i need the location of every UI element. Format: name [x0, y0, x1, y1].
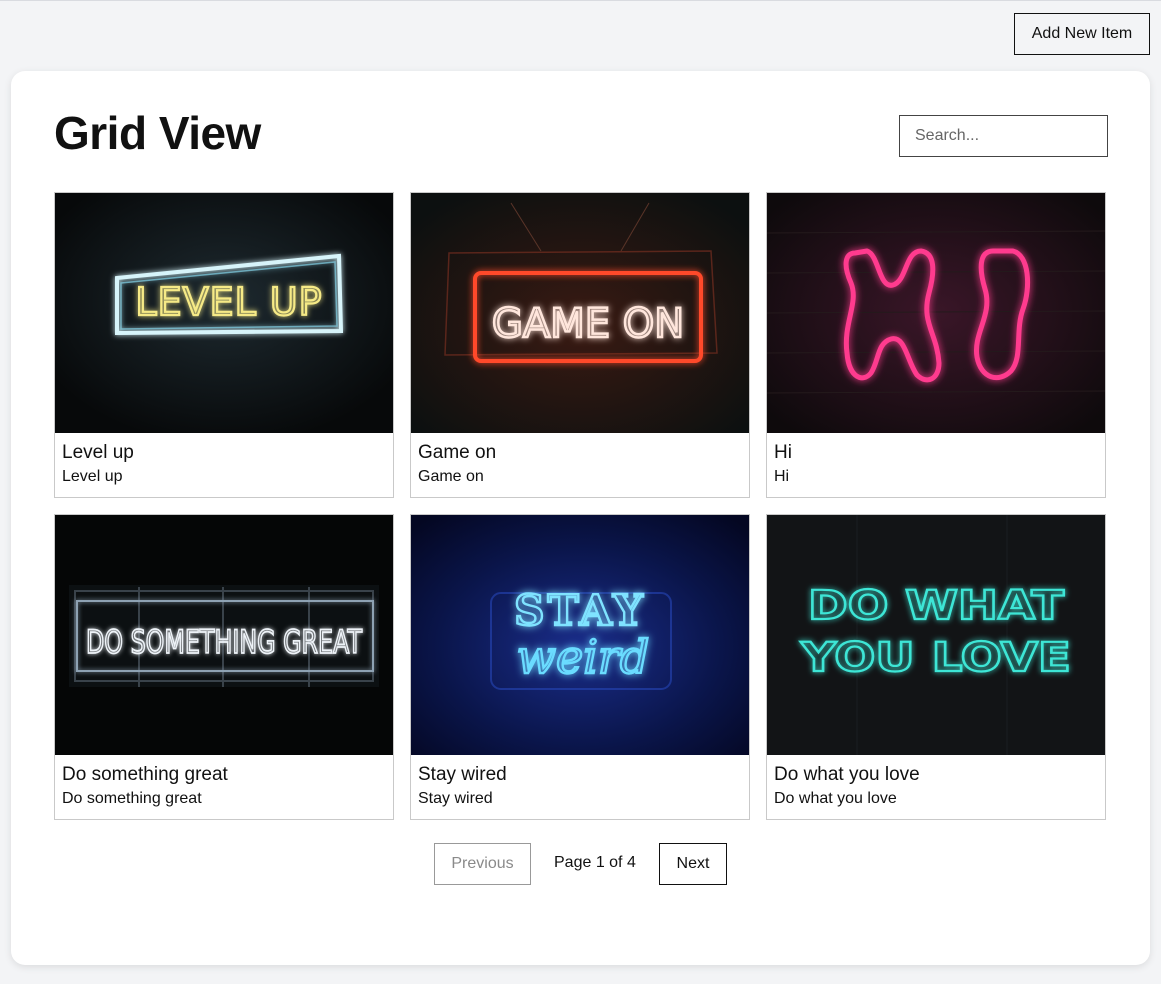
item-subtitle: Hi	[774, 468, 790, 485]
grid-item[interactable]: DO WHAT YOU LOVE Do what you love Do wha…	[766, 514, 1106, 820]
neon-do-what-you-love-image: DO WHAT YOU LOVE	[767, 515, 1105, 755]
svg-text:LEVEL UP: LEVEL UP	[135, 280, 322, 324]
neon-level-up-image: LEVEL UP	[55, 193, 393, 433]
neon-hi-image	[767, 193, 1105, 433]
item-title: Hi	[774, 442, 792, 463]
item-subtitle: Stay wired	[418, 790, 493, 807]
svg-text:GAME ON: GAME ON	[492, 301, 684, 347]
previous-page-button[interactable]: Previous	[434, 843, 531, 885]
grid-item[interactable]: LEVEL UP Level up Level up	[54, 192, 394, 498]
item-subtitle: Do what you love	[774, 790, 897, 807]
page-title: Grid View	[54, 107, 261, 159]
svg-text:YOU LOVE: YOU LOVE	[800, 635, 1071, 681]
svg-text:DO SOMETHING GREAT: DO SOMETHING GREAT	[86, 623, 362, 661]
grid-item[interactable]: GAME ON Game on Game on	[410, 192, 750, 498]
svg-text:STAY: STAY	[514, 586, 646, 635]
grid-view-panel: Grid View Search... LEVEL UP Level up Le…	[11, 71, 1150, 965]
grid-item[interactable]: STAY weird Stay wired Stay wired	[410, 514, 750, 820]
neon-game-on-image: GAME ON	[411, 193, 749, 433]
item-title: Game on	[418, 442, 497, 463]
search-input[interactable]	[899, 115, 1108, 157]
svg-text:weird: weird	[517, 630, 650, 684]
add-new-item-button[interactable]: Add New Item	[1014, 13, 1150, 55]
svg-text:DO WHAT: DO WHAT	[808, 583, 1065, 629]
neon-stay-weird-image: STAY weird	[411, 515, 749, 755]
item-title: Do something great	[62, 764, 228, 785]
neon-do-something-great-image: DO SOMETHING GREAT	[55, 515, 393, 755]
item-subtitle: Level up	[62, 468, 123, 485]
item-grid: LEVEL UP Level up Level up GAME ON Game …	[54, 192, 1107, 820]
next-page-button[interactable]: Next	[659, 843, 727, 885]
grid-item[interactable]: Hi Hi	[766, 192, 1106, 498]
item-title: Stay wired	[418, 764, 507, 785]
pagination: Previous Page 1 of 4 Next	[11, 843, 1150, 885]
item-subtitle: Do something great	[62, 790, 202, 807]
page-indicator: Page 1 of 4	[554, 854, 636, 871]
item-subtitle: Game on	[418, 468, 484, 485]
grid-item[interactable]: DO SOMETHING GREAT Do something great Do…	[54, 514, 394, 820]
item-title: Do what you love	[774, 764, 920, 785]
item-title: Level up	[62, 442, 134, 463]
